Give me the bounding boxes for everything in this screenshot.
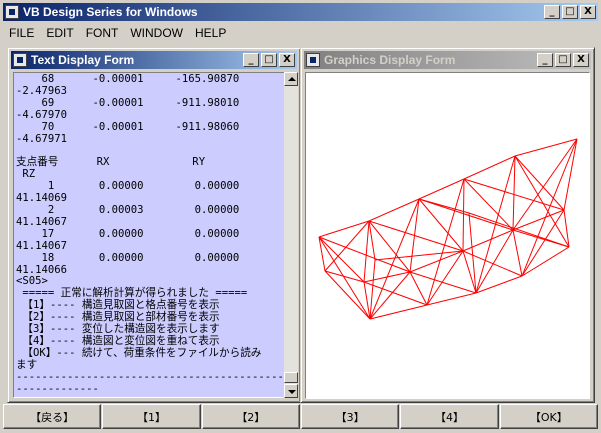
truss-member-12: [324, 270, 371, 320]
menu-help[interactable]: HELP: [189, 26, 232, 40]
mdi-client-area: Text Display Form _ □ X 68 -0.00001 -165…: [3, 43, 598, 403]
truss-member-4: [514, 138, 578, 157]
option-4-button[interactable]: 【4】: [400, 404, 499, 429]
truss-member-48: [426, 178, 465, 306]
menu-window[interactable]: WINDOW: [124, 26, 189, 40]
truss-structure-drawing: [318, 138, 578, 320]
truss-member-3: [463, 155, 516, 180]
app-title: VB Design Series for Windows: [23, 5, 198, 19]
close-button[interactable]: X: [580, 5, 596, 19]
text-output-area[interactable]: 68 -0.00001 -165.90870 -2.47963 69 -0.00…: [13, 72, 285, 398]
scroll-down-button[interactable]: [284, 384, 298, 398]
back-button[interactable]: 【戻る】: [3, 404, 102, 429]
ok-button[interactable]: 【OK】: [499, 404, 598, 429]
truss-member-6: [512, 209, 565, 231]
truss-member-39: [363, 281, 428, 306]
maximize-button[interactable]: □: [562, 5, 578, 19]
truss-member-15: [475, 275, 523, 294]
truss-member-43: [462, 250, 523, 277]
text-display-window: Text Display Form _ □ X 68 -0.00001 -165…: [7, 47, 301, 403]
menu-edit[interactable]: EDIT: [40, 26, 79, 40]
truss-member-23: [418, 198, 464, 252]
text-window-close-button[interactable]: X: [279, 53, 295, 67]
truss-member-30: [462, 178, 465, 252]
scroll-thumb[interactable]: [284, 372, 298, 383]
truss-member-40: [426, 250, 464, 306]
text-window-icon[interactable]: [13, 53, 27, 67]
truss-member-32: [512, 155, 516, 231]
option-2-button[interactable]: 【2】: [201, 404, 300, 429]
app-window: VB Design Series for Windows _ □ X FILE …: [0, 0, 601, 433]
scroll-up-button[interactable]: [284, 72, 298, 86]
arrow-down-icon: [288, 390, 296, 394]
truss-member-55: [374, 250, 464, 261]
truss-member-50: [521, 138, 578, 277]
truss-member-21: [512, 229, 523, 277]
truss-member-34: [512, 138, 578, 231]
truss-member-17: [563, 209, 570, 248]
arrow-up-icon: [288, 77, 296, 81]
truss-member-31: [418, 198, 514, 231]
truss-member-2: [418, 178, 465, 200]
text-output-content: 68 -0.00001 -165.90870 -2.47963 69 -0.00…: [16, 73, 285, 395]
graphics-window-icon[interactable]: [306, 53, 320, 67]
graphics-display-window: Graphics Display Form _ □ X: [300, 47, 595, 403]
menu-font[interactable]: FONT: [80, 26, 125, 40]
app-icon[interactable]: [5, 5, 19, 19]
text-window-minimize-button[interactable]: _: [243, 53, 259, 67]
graphics-window-titlebar[interactable]: Graphics Display Form _ □ X: [304, 51, 591, 69]
truss-member-42: [475, 229, 514, 294]
graphics-canvas[interactable]: [305, 72, 590, 399]
truss-member-49: [475, 155, 516, 294]
text-window-maximize-button[interactable]: □: [261, 53, 277, 67]
graphics-window-minimize-button[interactable]: _: [537, 53, 553, 67]
graphics-window-title: Graphics Display Form: [324, 53, 456, 67]
menu-file[interactable]: FILE: [3, 26, 40, 40]
option-1-button[interactable]: 【1】: [102, 404, 201, 429]
truss-member-5: [563, 138, 578, 211]
option-3-button[interactable]: 【3】: [300, 404, 400, 429]
menu-bar: FILE EDIT FONT WINDOW HELP: [3, 23, 598, 42]
truss-member-27: [363, 220, 370, 283]
truss-member-13: [369, 304, 428, 320]
graphics-window-close-button[interactable]: X: [573, 53, 589, 67]
truss-member-52: [369, 259, 376, 320]
text-vertical-scrollbar[interactable]: [284, 72, 298, 398]
truss-member-53: [418, 198, 470, 214]
bottom-toolbar: 【戻る】 【1】 【2】 【3】 【4】 【OK】: [3, 404, 598, 431]
truss-member-41: [409, 271, 477, 294]
truss-member-16: [521, 246, 570, 277]
text-window-title: Text Display Form: [31, 53, 135, 67]
minimize-button[interactable]: _: [544, 5, 560, 19]
graphics-window-maximize-button[interactable]: □: [555, 53, 571, 67]
text-window-titlebar[interactable]: Text Display Form _ □ X: [11, 51, 297, 69]
app-titlebar[interactable]: VB Design Series for Windows _ □ X: [3, 3, 598, 21]
